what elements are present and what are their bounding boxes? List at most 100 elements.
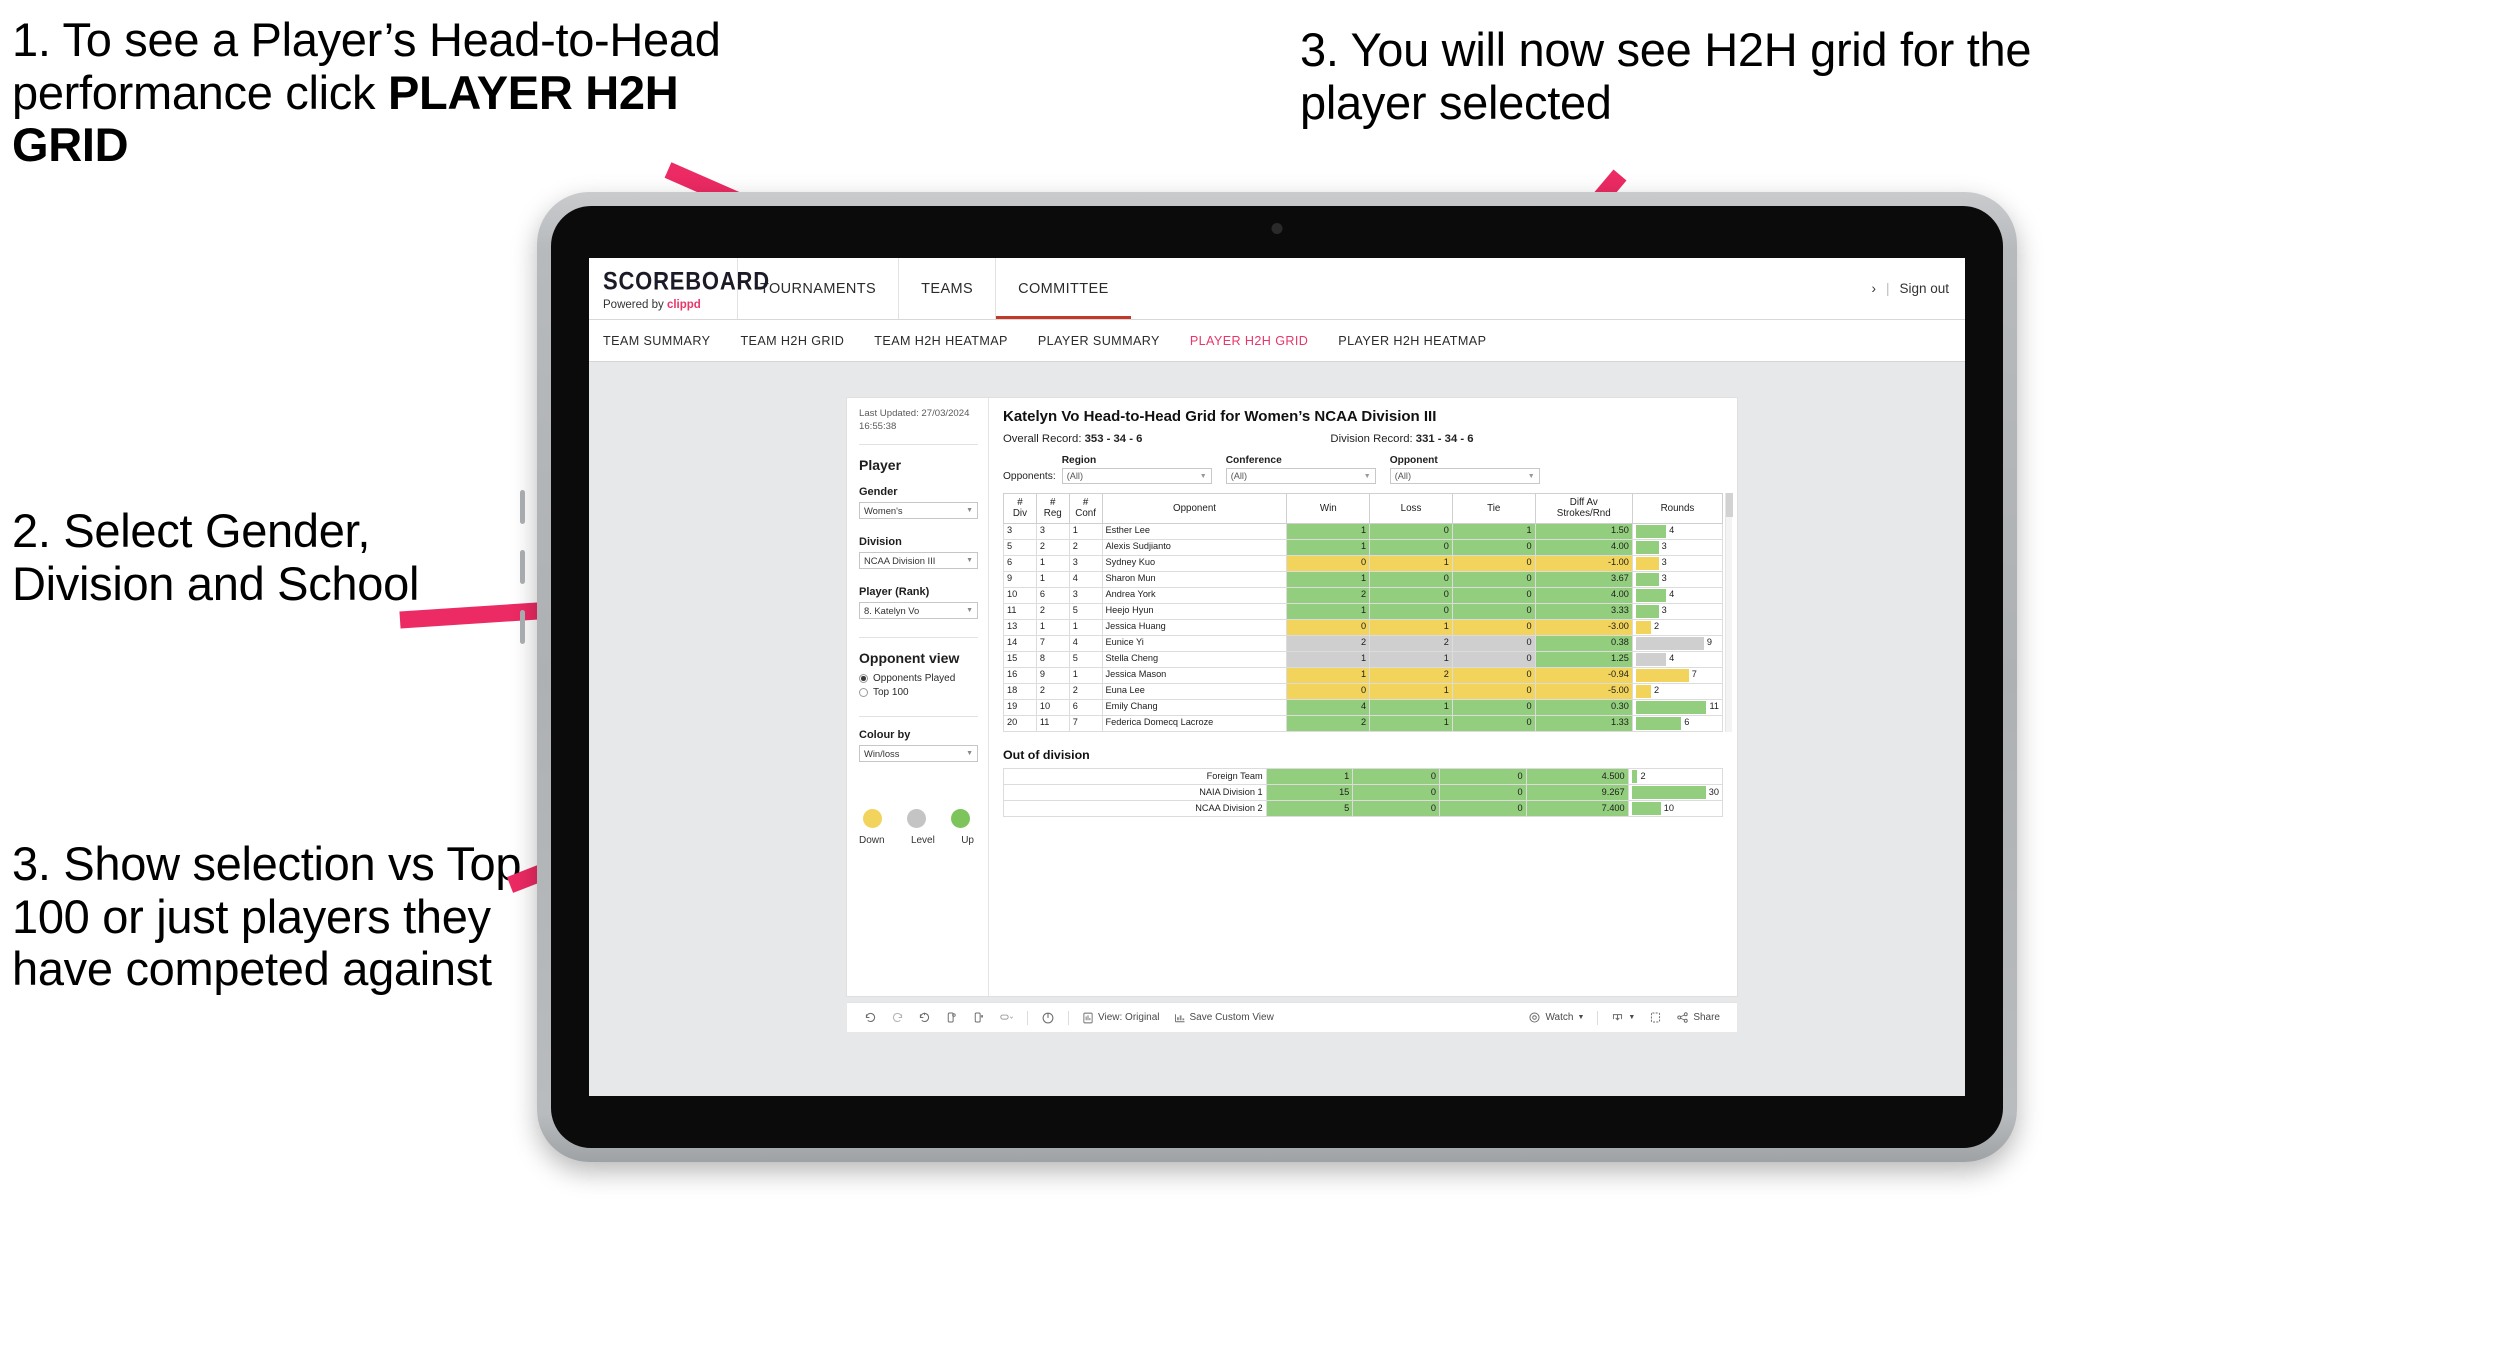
rounds-value: 6 (1684, 717, 1690, 728)
out-of-division-row[interactable]: NAIA Division 1 15 0 0 9.267 30 (1003, 783, 1724, 801)
legend-dot-down (863, 808, 882, 828)
nav-item-teams[interactable]: TEAMS (898, 258, 995, 319)
tab-player-h2h-heatmap[interactable]: PLAYER H2H HEATMAP (1338, 334, 1486, 348)
table-row[interactable]: 10 6 3 Andrea York 2 0 0 4.00 4 (1003, 586, 1724, 604)
save-custom-view-button[interactable]: Save Custom View (1167, 1012, 1281, 1024)
pause-updates-button[interactable] (965, 1011, 992, 1024)
filter-player-label: Player (Rank) (859, 585, 930, 598)
nav-item-committee[interactable]: COMMITTEE (995, 258, 1131, 319)
device-preview-button[interactable] (992, 1011, 1021, 1024)
col-rounds[interactable]: Rounds (1631, 493, 1724, 524)
col-win[interactable]: Win (1286, 493, 1371, 524)
col-conf[interactable]: # Conf (1068, 493, 1103, 524)
rounds-value: 3 (1661, 557, 1667, 568)
download-button[interactable]: ▼ (1604, 1011, 1642, 1024)
overall-record-value: 353 - 34 - 6 (1084, 433, 1143, 445)
table-row[interactable]: 3 3 1 Esther Lee 1 0 1 1.50 4 (1003, 522, 1724, 540)
rounds-value: 30 (1708, 787, 1719, 798)
table-row[interactable]: 19 10 6 Emily Chang 4 1 0 0.30 11 (1003, 698, 1724, 716)
table-row[interactable]: 13 1 1 Jessica Huang 0 1 0 -3.00 2 (1003, 618, 1724, 636)
out-of-division-row[interactable]: Foreign Team 1 0 0 4.500 2 (1003, 767, 1724, 785)
watch-button[interactable]: Watch ▼ (1521, 1011, 1591, 1024)
undo-button[interactable] (857, 1011, 884, 1024)
cell-ood-rounds-bar: 30 (1627, 783, 1724, 801)
col-loss[interactable]: Loss (1369, 493, 1453, 524)
fullscreen-button[interactable] (1642, 1011, 1669, 1024)
filter-conference-select[interactable]: (All) ▼ (1225, 468, 1376, 484)
cell-div: 11 (1003, 602, 1037, 620)
app-header: SCOREBOARD Powered by clippd TOURNAMENTS… (589, 258, 1965, 320)
filter-division-label: Division (859, 535, 902, 548)
rounds-value: 4 (1669, 653, 1675, 664)
cell-div: 5 (1003, 538, 1037, 556)
header-separator: | (1885, 281, 1890, 296)
table-row[interactable]: 11 2 5 Heejo Hyun 1 0 0 3.33 3 (1003, 602, 1724, 620)
tab-team-summary[interactable]: TEAM SUMMARY (603, 334, 710, 348)
filter-player: Player (Rank) 8. Katelyn Vo ▼ (859, 586, 978, 619)
sign-out-link[interactable]: Sign out (1899, 281, 1949, 296)
last-updated-text: Last Updated: 27/03/2024 16:55:38 (859, 408, 970, 432)
cell-ood-loss: 0 (1352, 767, 1440, 785)
scrollbar-thumb[interactable] (1726, 493, 1733, 517)
out-of-division-title: Out of division (1003, 747, 1090, 762)
cell-loss: 0 (1369, 586, 1453, 604)
col-tie[interactable]: Tie (1451, 493, 1536, 524)
table-row[interactable]: 6 1 3 Sydney Kuo 0 1 0 -1.00 3 (1003, 554, 1724, 572)
cell-rounds-bar: 11 (1631, 698, 1724, 716)
share-label: Share (1693, 1012, 1720, 1023)
tab-player-h2h-grid[interactable]: PLAYER H2H GRID (1190, 334, 1308, 348)
dashboard-card: Last Updated: 27/03/2024 16:55:38 Player… (847, 398, 1737, 996)
share-button[interactable]: Share (1669, 1011, 1727, 1024)
radio-top-100[interactable]: Top 100 (859, 687, 978, 698)
cell-rounds-bar: 4 (1631, 650, 1724, 668)
cell-ood-tie: 0 (1438, 767, 1527, 785)
filter-player-select[interactable]: 8. Katelyn Vo ▼ (859, 601, 978, 619)
account-chevron-icon[interactable]: › (1871, 281, 1876, 296)
filter-division-value: NCAA Division III (864, 554, 936, 566)
filter-region-select[interactable]: (All) ▼ (1061, 468, 1212, 484)
radio-opponents-played[interactable]: Opponents Played (859, 673, 978, 684)
tab-player-summary[interactable]: PLAYER SUMMARY (1038, 334, 1160, 348)
toolbar-divider (1597, 1010, 1599, 1025)
table-row[interactable]: 20 11 7 Federica Domecq Lacroze 2 1 0 1.33 6 (1003, 714, 1724, 732)
tableau-toolbar: View: Original Save Custom View Watch ▼ ▼… (847, 1002, 1737, 1032)
tab-team-h2h-heatmap[interactable]: TEAM H2H HEATMAP (874, 334, 1008, 348)
filter-division-select[interactable]: NCAA Division III ▼ (859, 551, 978, 569)
rounds-value: 2 (1640, 771, 1646, 782)
cell-tie: 0 (1451, 602, 1536, 620)
pause-auto-update-button[interactable] (1034, 1011, 1062, 1025)
view-original-button[interactable]: View: Original (1075, 1012, 1167, 1024)
table-row[interactable]: 16 9 1 Jessica Mason 1 2 0 -0.94 7 (1003, 666, 1724, 684)
col-reg[interactable]: # Reg (1035, 493, 1070, 524)
table-row[interactable]: 15 8 5 Stella Cheng 1 1 0 1.25 4 (1003, 650, 1724, 668)
table-row[interactable]: 14 7 4 Eunice Yi 2 2 0 0.38 9 (1003, 634, 1724, 652)
out-of-division-row[interactable]: NCAA Division 2 5 0 0 7.400 10 (1003, 799, 1724, 817)
filter-gender: Gender Women's ▼ (859, 486, 978, 519)
cell-loss: 1 (1369, 714, 1453, 732)
cell-win: 2 (1286, 714, 1371, 732)
redo-button[interactable] (884, 1011, 911, 1024)
cell-opponent: Stella Cheng (1101, 650, 1288, 668)
table-row[interactable]: 18 2 2 Euna Lee 0 1 0 -5.00 2 (1003, 682, 1724, 700)
primary-nav: TOURNAMENTS TEAMS COMMITTEE (737, 258, 1131, 319)
table-row[interactable]: 5 2 2 Alexis Sudjianto 1 0 0 4.00 3 (1003, 538, 1724, 556)
col-diff[interactable]: Diff Av Strokes/Rnd (1534, 493, 1633, 524)
table-row[interactable]: 9 1 4 Sharon Mun 1 0 0 3.67 3 (1003, 570, 1724, 588)
overall-record-label: Overall Record: (1003, 433, 1085, 445)
tab-team-h2h-grid[interactable]: TEAM H2H GRID (740, 334, 844, 348)
colour-by-select[interactable]: Win/loss ▼ (859, 744, 978, 762)
col-div[interactable]: # Div (1003, 493, 1037, 524)
cell-ood-win: 5 (1265, 799, 1354, 817)
refresh-data-button[interactable] (938, 1011, 965, 1024)
filter-gender-select[interactable]: Women's ▼ (859, 501, 978, 519)
cell-diff: -1.00 (1534, 554, 1633, 572)
revert-button[interactable] (911, 1011, 938, 1024)
cell-div: 19 (1003, 698, 1037, 716)
cell-loss: 0 (1369, 522, 1453, 540)
out-of-division-table: Foreign Team 1 0 0 4.500 2 NAIA Division 1 15 0 0… (1003, 767, 1724, 817)
brand-tagline-clippd: clippd (666, 299, 701, 311)
filter-opponent-select[interactable]: (All) ▼ (1389, 468, 1540, 484)
col-opponent[interactable]: Opponent (1101, 493, 1288, 524)
table-scrollbar[interactable] (1725, 493, 1733, 732)
cell-conf: 7 (1068, 714, 1103, 732)
